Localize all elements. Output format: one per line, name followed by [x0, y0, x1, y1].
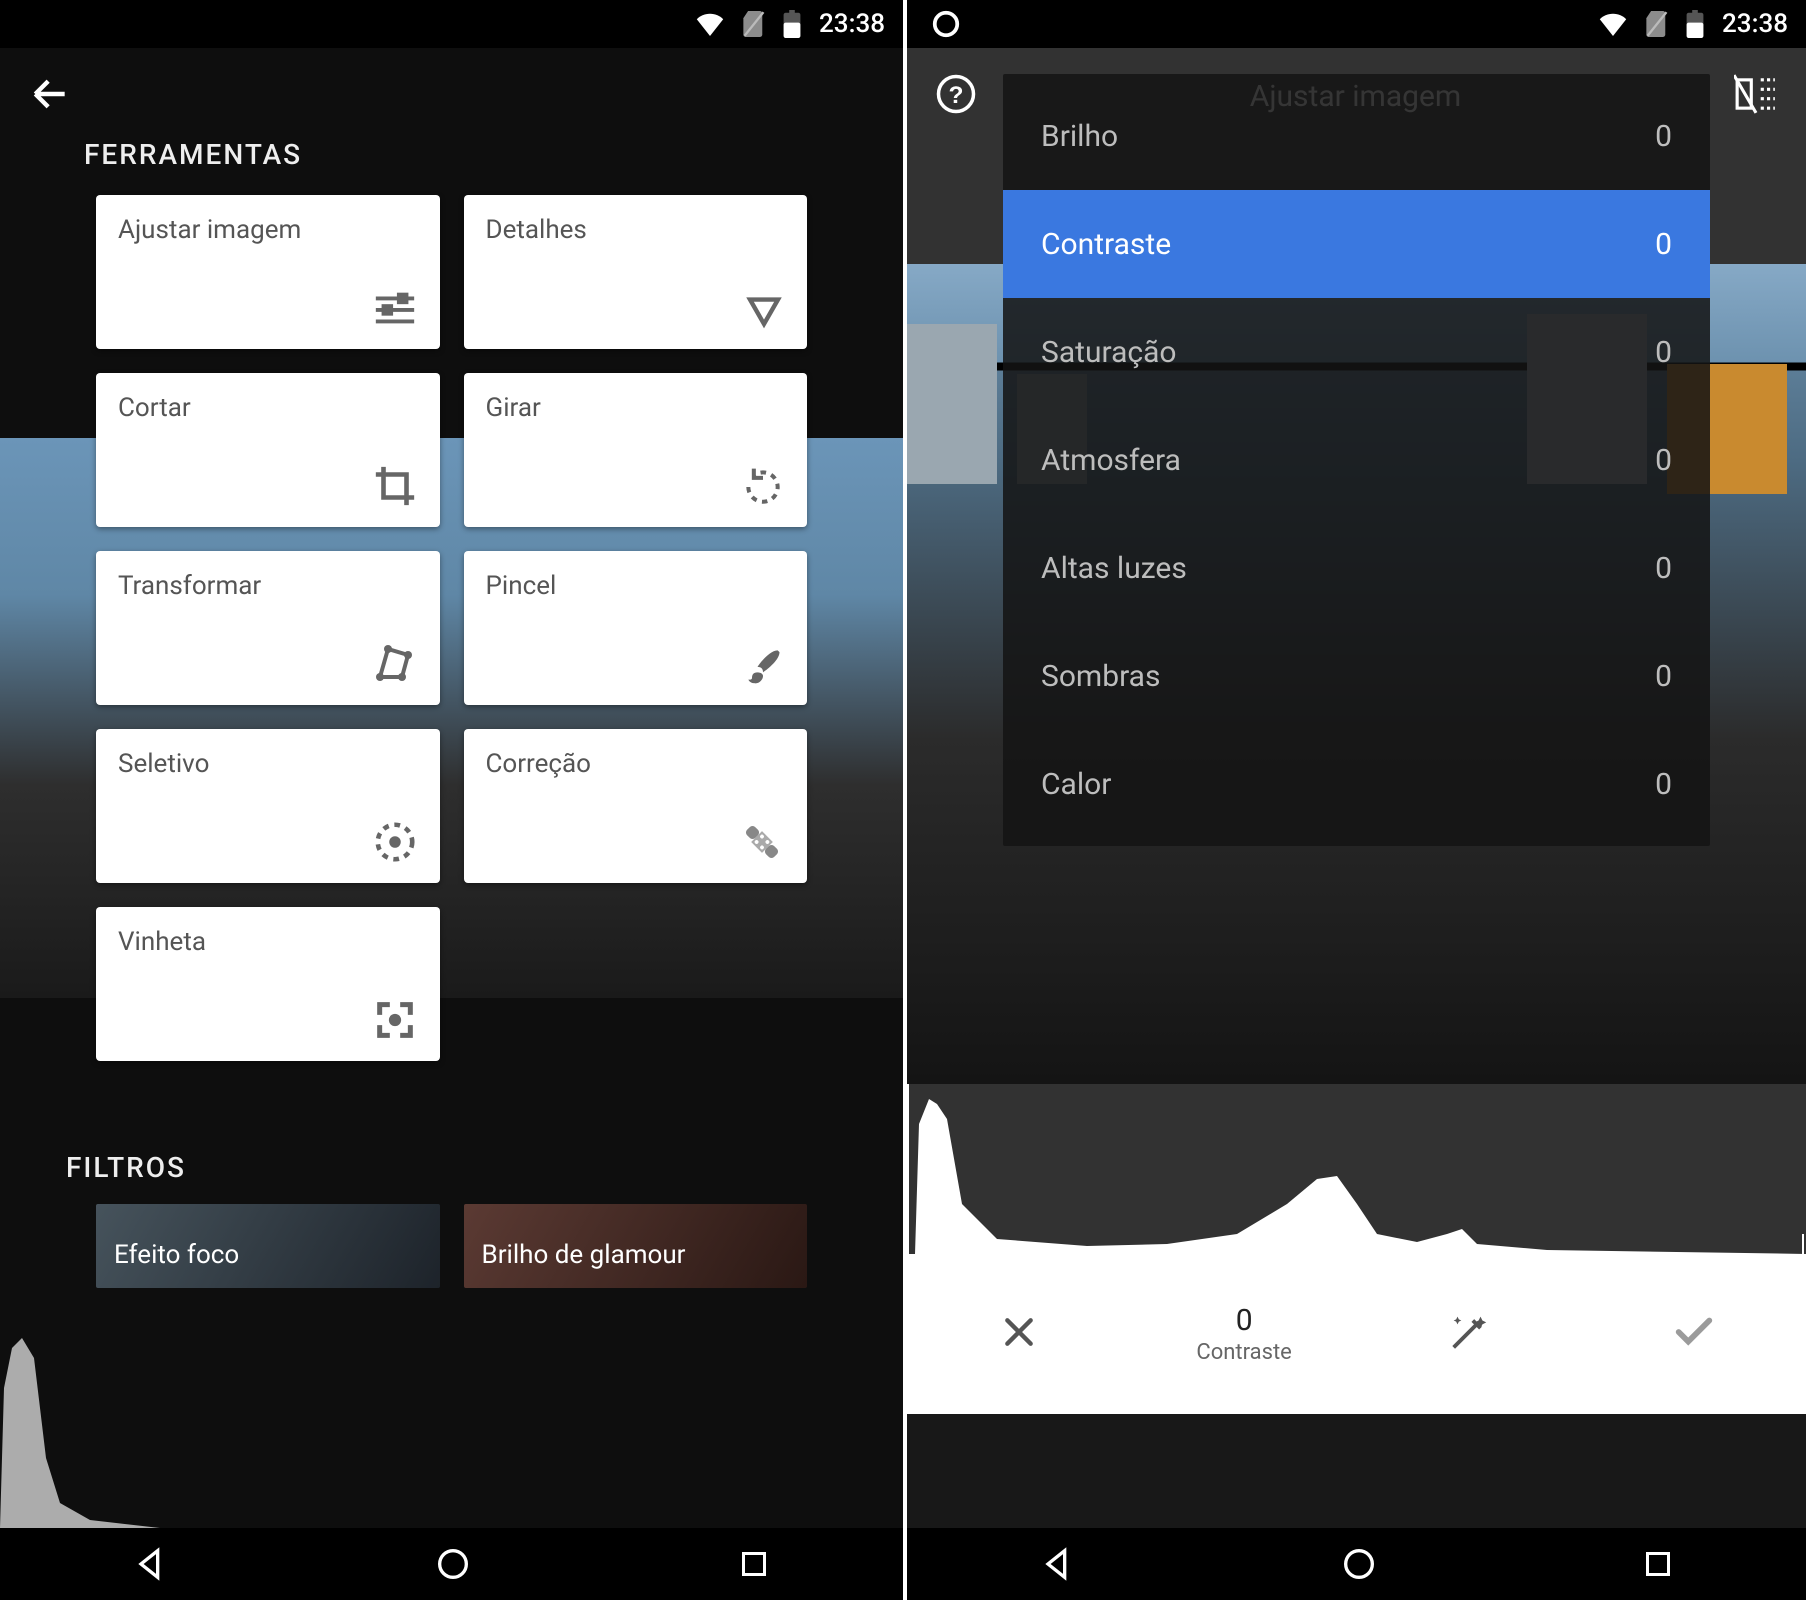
tool-label: Girar — [486, 393, 786, 423]
histogram-overlay — [0, 1328, 160, 1528]
adjust-value: 0 — [1655, 443, 1672, 478]
current-value: 0 — [1196, 1303, 1291, 1338]
tool-label: Ajustar imagem — [118, 215, 418, 245]
android-navbar — [907, 1528, 1806, 1600]
battery-icon — [1686, 10, 1704, 38]
triangle-down-icon — [743, 289, 785, 331]
filter-label: Brilho de glamour — [482, 1240, 686, 1270]
auto-button[interactable] — [1446, 1309, 1492, 1359]
adjust-label: Saturação — [1041, 335, 1177, 370]
nav-home-icon[interactable] — [433, 1544, 473, 1584]
adjust-contraste[interactable]: Contraste 0 — [1003, 190, 1710, 298]
screen-adjust: 23:38 ? Ajustar imagem — [903, 0, 1806, 1600]
screen-tools: 23:38 FERRAMENTAS Ajustar imagem Detalhe… — [0, 0, 903, 1600]
back-icon[interactable] — [28, 101, 72, 120]
tool-pincel[interactable]: Pincel — [464, 551, 808, 705]
battery-icon — [783, 10, 801, 38]
adjust-sombras[interactable]: Sombras 0 — [1003, 622, 1710, 730]
tool-label: Transformar — [118, 571, 418, 601]
compare-icon[interactable] — [1734, 74, 1778, 118]
current-adjust-readout: 0 Contraste — [1196, 1303, 1291, 1365]
nav-recent-icon[interactable] — [1640, 1546, 1676, 1582]
adjust-value: 0 — [1655, 551, 1672, 586]
nav-home-icon[interactable] — [1339, 1544, 1379, 1584]
nav-back-icon[interactable] — [131, 1544, 171, 1584]
svg-text:?: ? — [949, 82, 964, 109]
tool-correcao[interactable]: Correção — [464, 729, 808, 883]
no-sim-icon — [743, 11, 765, 37]
tool-label: Pincel — [486, 571, 786, 601]
no-sim-icon — [1646, 11, 1668, 37]
crop-icon — [372, 463, 418, 509]
nav-recent-icon[interactable] — [736, 1546, 772, 1582]
adjust-value: 0 — [1655, 659, 1672, 694]
histogram — [907, 1084, 1806, 1254]
apply-button[interactable] — [1671, 1309, 1717, 1359]
vignette-icon — [372, 997, 418, 1043]
adjust-label: Atmosfera — [1041, 443, 1181, 478]
tool-label: Cortar — [118, 393, 418, 423]
current-label: Contraste — [1196, 1340, 1291, 1365]
healing-icon — [739, 819, 785, 865]
adjust-label: Altas luzes — [1041, 551, 1187, 586]
recording-indicator-icon — [931, 9, 961, 39]
adjust-label: Calor — [1041, 767, 1111, 802]
editor-bottom-bar: 0 Contraste — [907, 1254, 1806, 1414]
nav-back-icon[interactable] — [1038, 1544, 1078, 1584]
help-icon[interactable]: ? — [935, 73, 977, 119]
rotate-icon — [741, 465, 785, 509]
wifi-icon — [695, 12, 725, 36]
adjust-label: Contraste — [1041, 227, 1171, 262]
cancel-button[interactable] — [999, 1312, 1039, 1356]
brush-icon — [741, 643, 785, 687]
clock: 23:38 — [1722, 9, 1788, 39]
filter-brilho-de-glamour[interactable]: Brilho de glamour — [464, 1204, 808, 1288]
adjust-brilho[interactable]: Brilho 0 — [1003, 82, 1710, 190]
tool-girar[interactable]: Girar — [464, 373, 808, 527]
adjust-atmosfera[interactable]: Atmosfera 0 — [1003, 406, 1710, 514]
section-filters-title: FILTROS — [0, 1061, 903, 1204]
tool-cortar[interactable]: Cortar — [96, 373, 440, 527]
adjust-saturacao[interactable]: Saturação 0 — [1003, 298, 1710, 406]
tool-transformar[interactable]: Transformar — [96, 551, 440, 705]
filter-efeito-foco[interactable]: Efeito foco — [96, 1204, 440, 1288]
wifi-icon — [1598, 12, 1628, 36]
tool-seletivo[interactable]: Seletivo — [96, 729, 440, 883]
tool-ajustar-imagem[interactable]: Ajustar imagem — [96, 195, 440, 349]
tool-detalhes[interactable]: Detalhes — [464, 195, 808, 349]
transform-icon — [370, 639, 418, 687]
adjust-value: 0 — [1655, 227, 1672, 262]
status-bar: 23:38 — [907, 0, 1806, 48]
adjust-value: 0 — [1655, 119, 1672, 154]
selective-icon — [372, 819, 418, 865]
tool-label: Detalhes — [486, 215, 786, 245]
tool-label: Seletivo — [118, 749, 418, 779]
tune-icon — [372, 285, 418, 331]
android-navbar — [0, 1528, 903, 1600]
filter-label: Efeito foco — [114, 1240, 239, 1270]
tool-label: Correção — [486, 749, 786, 779]
section-tools-title: FERRAMENTAS — [0, 128, 903, 195]
status-bar: 23:38 — [0, 0, 903, 48]
adjust-value: 0 — [1655, 335, 1672, 370]
adjust-panel[interactable]: Brilho 0 Contraste 0 Saturação 0 Atmosfe… — [1003, 74, 1710, 846]
adjust-altas-luzes[interactable]: Altas luzes 0 — [1003, 514, 1710, 622]
tool-vinheta[interactable]: Vinheta — [96, 907, 440, 1061]
clock: 23:38 — [819, 9, 885, 39]
adjust-value: 0 — [1655, 767, 1672, 802]
adjust-label: Sombras — [1041, 659, 1160, 694]
adjust-calor[interactable]: Calor 0 — [1003, 730, 1710, 838]
adjust-label: Brilho — [1041, 119, 1118, 154]
tool-label: Vinheta — [118, 927, 418, 957]
